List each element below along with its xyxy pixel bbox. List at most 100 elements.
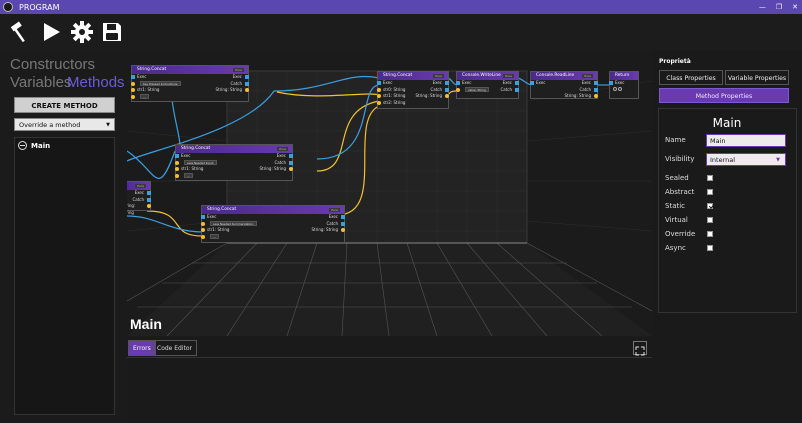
node-field[interactable]: value: String [465, 87, 489, 92]
exec-pin[interactable] [289, 154, 293, 159]
close-button[interactable]: ✕ [792, 3, 798, 11]
exec-pin[interactable] [609, 81, 613, 86]
string-pin[interactable] [147, 204, 151, 209]
expand-icon[interactable] [633, 341, 647, 356]
exec-pin[interactable] [456, 81, 460, 86]
exec-pin[interactable] [445, 87, 449, 92]
create-method-button[interactable]: CREATE METHOD [14, 97, 115, 113]
graph-node-partial[interactable]: Pure Exec Catch String: String [127, 181, 151, 215]
exec-pin[interactable] [515, 87, 519, 92]
graph-node-console-readline[interactable]: Console.ReadLine Pure Exec Exec Catch Stri… [530, 71, 598, 99]
graph-node-string-concat-4[interactable]: String.Concat Pure Exec Exec str0: String C… [377, 71, 449, 109]
node-output: Catch [500, 86, 512, 92]
string-pin[interactable] [594, 94, 598, 99]
tab-methods[interactable]: Methods [67, 74, 125, 91]
method-list: Main [14, 137, 115, 415]
save-icon[interactable] [100, 20, 124, 44]
graph-node-string-concat-1[interactable]: String.Concat Pure Exec Exec Key Pressed I… [131, 65, 249, 102]
string-pin[interactable] [377, 87, 381, 92]
add-pin-icon[interactable] [613, 86, 617, 91]
exec-pin[interactable] [445, 81, 449, 86]
string-pin[interactable] [201, 234, 205, 239]
minimize-button[interactable]: — [759, 3, 766, 11]
string-pin[interactable] [445, 94, 449, 99]
sealed-label: Sealed [665, 174, 689, 182]
exec-pin[interactable] [201, 215, 205, 220]
selected-method-title: Main [712, 116, 742, 130]
hammer-icon[interactable] [9, 20, 33, 44]
tab-variable-properties[interactable]: Variable Properties [725, 70, 789, 85]
graph-node-string-concat-3[interactable]: String.Concat Pure Exec Exec Less Needed S… [201, 205, 345, 243]
virtual-checkbox[interactable] [707, 217, 713, 223]
tab-variables[interactable]: Variables [10, 74, 71, 91]
exec-pin[interactable] [147, 191, 151, 196]
method-name-input[interactable]: Main [706, 134, 786, 147]
node-title: String.Concat [137, 67, 167, 72]
visibility-select[interactable]: Internal ▼ [706, 153, 786, 166]
string-pin[interactable] [245, 88, 249, 93]
properties-header: Proprietà [659, 58, 691, 65]
method-list-item[interactable]: Main [18, 141, 50, 150]
exec-pin[interactable] [245, 81, 249, 86]
exec-pin[interactable] [594, 87, 598, 92]
tab-constructors[interactable]: Constructors [10, 56, 95, 73]
properties-panel: Proprietà Class Properties Variable Prop… [653, 51, 802, 423]
node-row: Exec [181, 153, 191, 158]
node-row: str2: String [383, 99, 406, 105]
string-pin[interactable] [289, 167, 293, 172]
abstract-label: Abstract [665, 188, 695, 196]
node-title: String.Concat [207, 207, 237, 212]
string-pin[interactable] [377, 100, 381, 105]
string-pin[interactable] [175, 173, 179, 178]
string-pin[interactable] [175, 160, 179, 165]
async-checkbox[interactable] [707, 245, 713, 251]
node-field[interactable]: Less Needed Summarization: [210, 221, 257, 226]
node-field[interactable]: Key Pressed Instructions: [140, 81, 182, 86]
exec-pin[interactable] [341, 221, 345, 226]
node-field[interactable]: … [184, 173, 193, 178]
node-field[interactable]: … [140, 94, 149, 99]
toolbar [0, 14, 802, 50]
string-pin[interactable] [201, 221, 205, 226]
remove-method-icon[interactable] [18, 141, 27, 150]
abstract-checkbox[interactable] [707, 189, 713, 195]
play-icon[interactable] [40, 20, 64, 44]
errors-output [127, 357, 652, 423]
tab-code-editor[interactable]: Code Editor [152, 340, 198, 356]
exec-pin[interactable] [245, 75, 249, 80]
string-pin[interactable] [201, 228, 205, 233]
exec-pin[interactable] [515, 81, 519, 86]
graph-node-console-writeline[interactable]: Console.WriteLine Pure Exec Exec value: St… [456, 71, 519, 99]
string-pin[interactable] [377, 94, 381, 99]
node-row: Exec [383, 80, 393, 85]
tab-class-properties[interactable]: Class Properties [659, 70, 723, 85]
string-pin[interactable] [175, 167, 179, 172]
string-pin[interactable] [131, 81, 135, 86]
exec-pin[interactable] [175, 154, 179, 159]
string-pin[interactable] [341, 228, 345, 233]
exec-pin[interactable] [377, 81, 381, 86]
sealed-checkbox[interactable] [707, 175, 713, 181]
gear-icon[interactable] [70, 20, 94, 44]
exec-pin[interactable] [131, 75, 135, 80]
remove-pin-icon[interactable] [618, 86, 623, 91]
override-method-select[interactable]: Override a method ▼ [14, 118, 115, 131]
node-field[interactable]: … [210, 234, 219, 239]
tab-method-properties[interactable]: Method Properties [659, 88, 789, 103]
exec-pin[interactable] [530, 81, 534, 86]
graph-node-string-concat-2[interactable]: String.Concat Pure Exec Exec Less Needed I… [175, 144, 293, 181]
node-field[interactable]: Less Needed Input: [184, 160, 217, 165]
maximize-button[interactable]: ❐ [776, 3, 782, 11]
node-graph-canvas[interactable]: String.Concat Pure Exec Exec Key Pressed I… [127, 51, 652, 336]
graph-node-return[interactable]: Return Exec [609, 71, 639, 99]
exec-pin[interactable] [594, 81, 598, 86]
exec-pin[interactable] [147, 197, 151, 202]
static-checkbox[interactable] [707, 203, 713, 209]
string-pin[interactable] [456, 87, 460, 92]
override-checkbox[interactable] [707, 231, 713, 237]
string-pin[interactable] [131, 88, 135, 93]
exec-pin[interactable] [341, 215, 345, 220]
string-pin[interactable] [131, 94, 135, 99]
exec-pin[interactable] [289, 160, 293, 165]
override-select-label: Override a method [19, 121, 81, 129]
